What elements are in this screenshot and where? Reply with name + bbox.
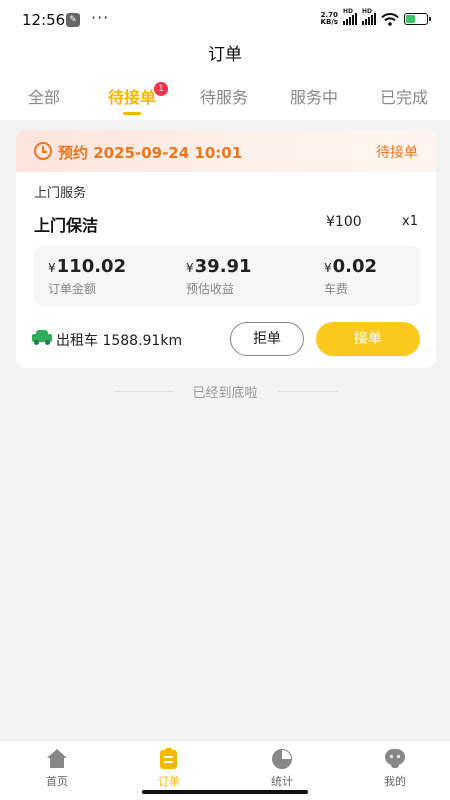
wrench-icon: ✎ (66, 13, 80, 27)
wifi-icon (381, 12, 399, 26)
me-icon (384, 749, 406, 769)
order-card-header: 预约 2025-09-24 10:01 待接单 (16, 130, 436, 172)
tab-underline (123, 112, 141, 115)
signal-icon-2: HD (362, 8, 376, 25)
service-quantity: x1 (402, 214, 418, 229)
net-speed: 2.70 KB/s (320, 11, 338, 26)
estimated-income: ¥39.91 预估收益 (186, 256, 252, 296)
home-icon (46, 749, 68, 769)
accept-button[interactable]: 接单 (316, 322, 420, 356)
signal-icon: HD (343, 8, 357, 25)
taxi-icon (32, 330, 52, 345)
order-tabs: 全部 待接单 1 待服务 服务中 已完成 (0, 82, 450, 118)
tab-pending-accept[interactable]: 待接单 1 (108, 82, 169, 115)
status-right: 2.70 KB/s HD HD (320, 8, 431, 26)
status-time: 12:56 (22, 11, 66, 29)
order-icon (158, 748, 180, 769)
order-card[interactable]: 预约 2025-09-24 10:01 待接单 上门服务 上门保洁 ¥100 x… (16, 130, 436, 368)
tab-pending-service[interactable]: 待服务 (200, 84, 248, 108)
transport-distance: 出租车 1588.91km (56, 333, 183, 349)
list-end: 已经到底啦 (0, 382, 450, 402)
nav-me[interactable]: 我的 (365, 749, 425, 789)
nav-stats[interactable]: 统计 (252, 749, 312, 789)
service-name: 上门保洁 (34, 216, 99, 235)
more-dots: ··· (91, 8, 110, 27)
stats-icon (271, 749, 293, 769)
order-amount: ¥110.02 订单金额 (48, 256, 127, 296)
page-title: 订单 (208, 45, 242, 65)
amount-summary: ¥110.02 订单金额 ¥39.91 预估收益 ¥0.02 车费 (34, 246, 420, 306)
list-end-text: 已经到底啦 (192, 386, 258, 401)
top-area: 12:56 ✎ ··· 2.70 KB/s HD HD 订单 全部 待接单 1 … (0, 0, 450, 120)
battery-icon (404, 13, 431, 25)
service-type: 上门服务 (34, 186, 87, 201)
divider (278, 391, 338, 392)
clock-icon (34, 142, 52, 160)
home-indicator[interactable] (142, 790, 308, 794)
tab-completed[interactable]: 已完成 (380, 84, 428, 108)
nav-home[interactable]: 首页 (27, 749, 87, 789)
status-bar: 12:56 ✎ ··· 2.70 KB/s HD HD (0, 0, 450, 40)
appointment-time: 预约 2025-09-24 10:01 (58, 144, 243, 162)
tab-in-service[interactable]: 服务中 (290, 84, 338, 108)
reject-button[interactable]: 拒单 (230, 322, 304, 356)
travel-fee: ¥0.02 车费 (324, 256, 378, 296)
service-price: ¥100 (326, 214, 362, 230)
status-badge: 待接单 (376, 145, 418, 161)
tab-all[interactable]: 全部 (28, 84, 60, 108)
nav-orders[interactable]: 订单 (139, 748, 199, 789)
tab-badge: 1 (154, 82, 169, 96)
